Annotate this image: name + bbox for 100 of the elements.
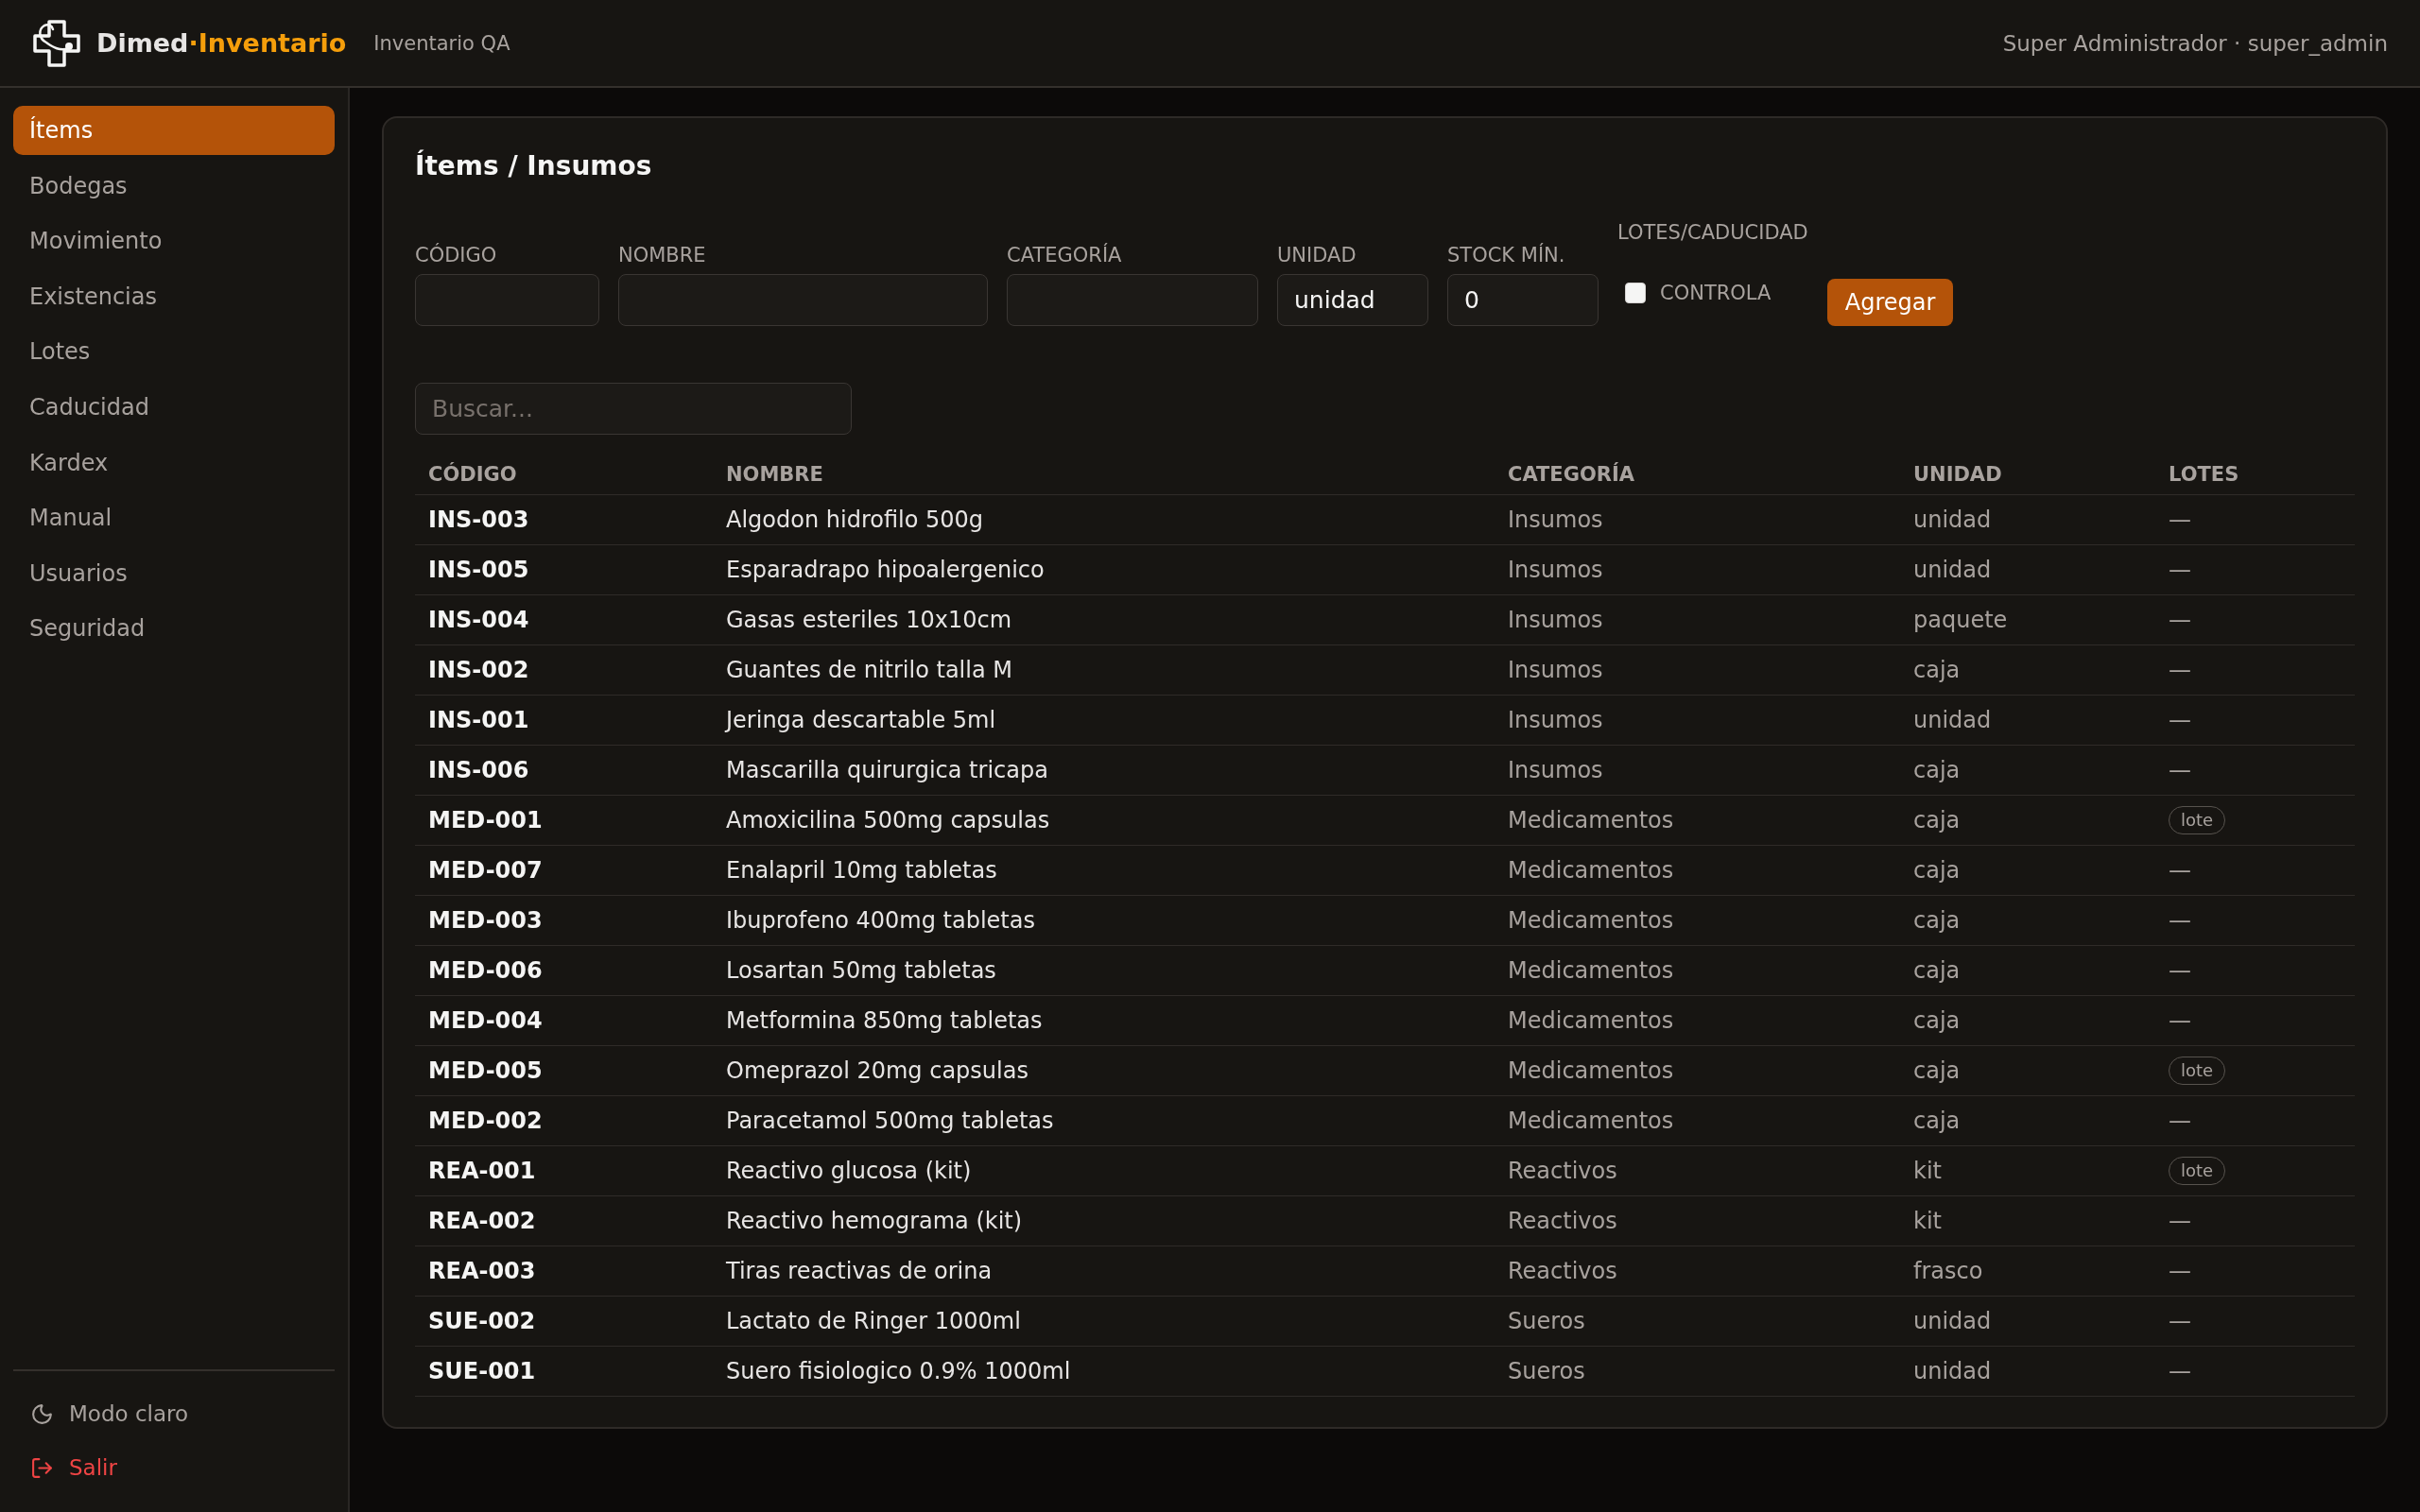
table-cell-text: Insumos <box>1507 757 1604 783</box>
table-cell-text: unidad <box>1912 507 1993 533</box>
table-cell-text: caja <box>1912 957 1962 984</box>
field-label: UNIDAD <box>1277 244 1357 266</box>
input-field[interactable] <box>415 274 599 326</box>
table-cell-text: unidad <box>1912 707 1993 733</box>
sidebar-item[interactable]: Usuarios <box>13 548 335 598</box>
table-cell-text: kit <box>1912 1158 1943 1184</box>
add-button[interactable]: Agregar <box>1826 279 1954 326</box>
sidebar-item[interactable]: Caducidad <box>13 382 335 432</box>
sidebar-item[interactable]: Bodegas <box>13 161 335 211</box>
table-cell-text: Metformina 850mg tabletas <box>725 1007 1044 1034</box>
moon-icon <box>30 1401 54 1426</box>
table-cell-text: SUE-001 <box>427 1358 537 1384</box>
table-cell-text: Reactivos <box>1507 1258 1618 1284</box>
table-cell-text: Gasas esteriles 10x10cm <box>725 607 1013 633</box>
table-cell-text: Reactivo hemograma (kit) <box>725 1208 1024 1234</box>
table-cell-text: Algodon hidrofilo 500g <box>725 507 985 533</box>
table-cell-text: frasco <box>1912 1258 1984 1284</box>
table-cell-text: caja <box>1912 857 1962 884</box>
column-header: CÓDIGO <box>427 463 518 486</box>
table-cell-text: Mascarilla quirurgica tricapa <box>725 757 1049 783</box>
checkbox-label[interactable]: CONTROLA <box>1660 282 1772 304</box>
empty-marker: — <box>2169 1108 2191 1134</box>
field-label: CATEGORÍA <box>1007 244 1123 266</box>
table-cell-text: Insumos <box>1507 557 1604 583</box>
table-cell-text: MED-004 <box>427 1007 544 1034</box>
table-cell-text: unidad <box>1912 1358 1993 1384</box>
column-header: UNIDAD <box>1912 463 2003 486</box>
table-cell-text: Insumos <box>1507 657 1604 683</box>
table-cell-text: Omeprazol 20mg capsulas <box>725 1057 1029 1084</box>
empty-marker: — <box>2169 907 2191 934</box>
table-cell-text: Guantes de nitrilo talla M <box>725 657 1013 683</box>
input-field[interactable] <box>618 274 988 326</box>
logout-icon <box>30 1455 54 1480</box>
input-field[interactable] <box>1007 274 1258 326</box>
empty-marker: — <box>2169 957 2191 984</box>
table-cell-text: Jeringa descartable 5ml <box>723 707 997 733</box>
table-cell-text: SUE-002 <box>427 1308 537 1334</box>
table-cell-text: MED-006 <box>427 957 544 984</box>
table-cell-text: unidad <box>1912 557 1993 583</box>
empty-marker: — <box>2169 1308 2191 1334</box>
table-cell-text: Suero fisiologico 0.9% 1000ml <box>725 1358 1072 1384</box>
table-cell-text: paquete <box>1912 607 2009 633</box>
sidebar-item[interactable]: Kardex <box>13 438 335 488</box>
table-cell-text: Sueros <box>1507 1358 1586 1384</box>
table-cell-text: Medicamentos <box>1507 907 1675 934</box>
table-cell-text: Ibuprofeno 400mg tabletas <box>725 907 1036 934</box>
table-cell-text: Medicamentos <box>1507 1108 1675 1134</box>
table-cell-text: Lactato de Ringer 1000ml <box>725 1308 1022 1334</box>
table-cell-text: caja <box>1912 1108 1962 1134</box>
table-cell-text: caja <box>1912 657 1962 683</box>
empty-marker: — <box>2169 1007 2191 1034</box>
table-cell-text: Insumos <box>1507 607 1604 633</box>
input-field[interactable]: 0 <box>1447 274 1599 326</box>
table-cell-text: Losartan 50mg tabletas <box>725 957 997 984</box>
column-header: LOTES <box>2168 463 2240 486</box>
empty-marker: — <box>2169 507 2191 533</box>
table-cell-text: REA-001 <box>427 1158 537 1184</box>
empty-marker: — <box>2169 1258 2191 1284</box>
table-cell-text: Insumos <box>1507 507 1604 533</box>
table-cell-text: Tiras reactivas de orina <box>725 1258 994 1284</box>
sidebar-item[interactable]: Seguridad <box>13 604 335 654</box>
checkbox[interactable] <box>1625 283 1646 303</box>
brand-title: Dimed·Inventario <box>96 28 347 58</box>
table-cell-text: MED-007 <box>427 857 544 884</box>
sidebar-item[interactable]: Existencias <box>13 271 335 321</box>
user-label: Super Administrador · super_admin <box>2002 30 2388 56</box>
table-cell-text: MED-005 <box>427 1057 544 1084</box>
field-label: LOTES/CADUCIDAD <box>1617 221 1808 244</box>
table-cell-text: Sueros <box>1507 1308 1586 1334</box>
empty-marker: — <box>2169 557 2191 583</box>
table-cell-text: INS-004 <box>427 607 530 633</box>
column-header: CATEGORÍA <box>1507 463 1636 486</box>
table-cell-text: kit <box>1912 1208 1943 1234</box>
sidebar-item[interactable]: Movimiento <box>13 216 335 266</box>
field-label: STOCK MÍN. <box>1447 244 1566 266</box>
search-field[interactable]: Buscar... <box>415 383 852 435</box>
table-cell-text: Amoxicilina 500mg capsulas <box>725 807 1051 833</box>
column-header: NOMBRE <box>725 463 824 486</box>
logo-icon <box>33 19 80 67</box>
table-cell-text: MED-003 <box>427 907 544 934</box>
sidebar-item[interactable]: Manual <box>13 493 335 543</box>
table-cell-text: unidad <box>1912 1308 1993 1334</box>
table-cell-text: caja <box>1912 807 1962 833</box>
table-cell-text: INS-006 <box>427 757 530 783</box>
empty-marker: — <box>2169 857 2191 884</box>
table-cell-text: Reactivo glucosa (kit) <box>725 1158 973 1184</box>
table-cell-text: MED-002 <box>427 1108 544 1134</box>
field-label: CÓDIGO <box>415 244 498 266</box>
field-label: NOMBRE <box>618 244 707 266</box>
table-cell-text: caja <box>1912 757 1962 783</box>
sidebar-item[interactable]: Lotes <box>13 327 335 377</box>
table-cell-text: Paracetamol 500mg tabletas <box>725 1108 1055 1134</box>
empty-marker: — <box>2169 1358 2191 1384</box>
table-cell-text: REA-002 <box>427 1208 537 1234</box>
theme-toggle-button[interactable]: Modo claro <box>13 1391 335 1436</box>
input-field[interactable]: unidad <box>1277 274 1428 326</box>
logout-button[interactable]: Salir <box>13 1445 335 1490</box>
sidebar-item[interactable]: Ítems <box>13 106 335 155</box>
